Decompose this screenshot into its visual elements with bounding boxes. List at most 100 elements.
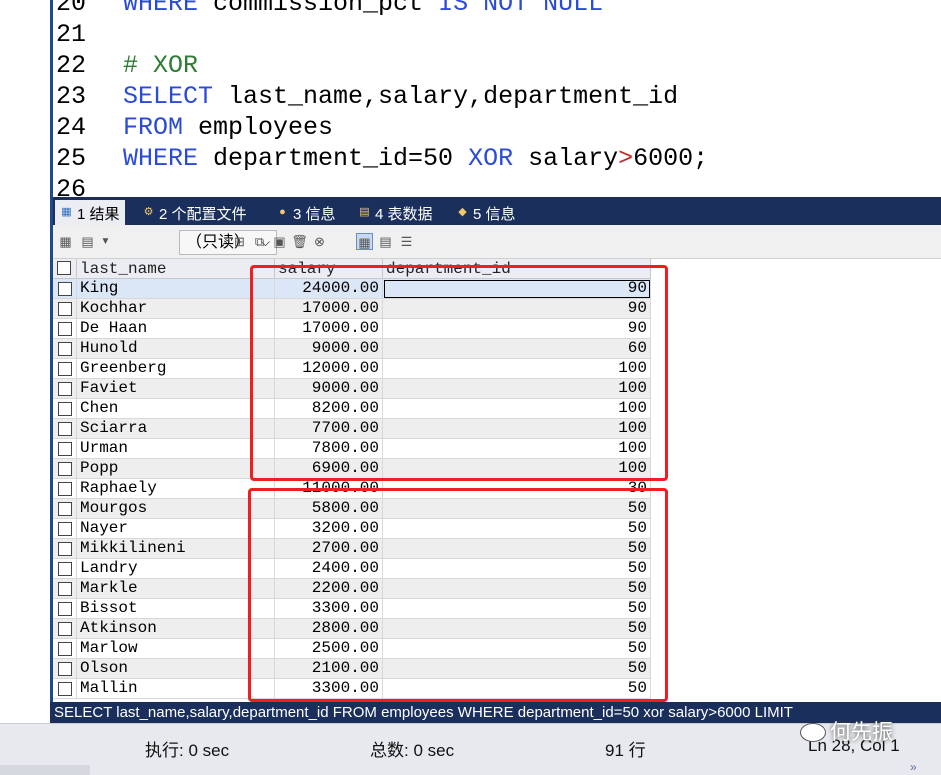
copy-row-icon[interactable]: ⧉ [251, 233, 268, 250]
cell-last-name[interactable]: Hunold [77, 339, 275, 359]
row-selector[interactable] [53, 379, 77, 399]
cancel-icon[interactable]: ⊗ [311, 233, 328, 250]
row-selector[interactable] [53, 419, 77, 439]
row-selector[interactable] [53, 359, 77, 379]
row-checkbox[interactable] [58, 662, 72, 676]
column-header-last-name[interactable]: last_name [77, 259, 275, 279]
row-selector[interactable] [53, 619, 77, 639]
row-checkbox[interactable] [58, 642, 72, 656]
row-checkbox[interactable] [58, 482, 72, 496]
import-icon[interactable]: ▤ [79, 233, 96, 250]
row-selector[interactable] [53, 519, 77, 539]
code-token: > [618, 144, 634, 173]
exec-time: 执行: 0 sec [145, 741, 230, 760]
row-checkbox[interactable] [58, 322, 72, 336]
sql-editor[interactable]: 20 WHERE commission_pct IS NOT NULL 21 22 # … [53, 0, 941, 197]
cell-last-name[interactable]: Atkinson [77, 619, 275, 639]
row-checkbox[interactable] [58, 382, 72, 396]
row-selector[interactable] [53, 679, 77, 699]
result-tabs: ▦ 1 结果 ⚙ 2 个配置文件 ● 3 信息 ▤ 4 表数据 ◆ 5 信息 [53, 197, 941, 225]
cell-last-name[interactable]: Markle [77, 579, 275, 599]
row-checkbox[interactable] [58, 282, 72, 296]
form-view-icon[interactable]: ▤ [377, 233, 394, 250]
row-selector[interactable] [53, 479, 77, 499]
select-all-checkbox[interactable] [57, 261, 71, 275]
cell-last-name[interactable]: De Haan [77, 319, 275, 339]
double-chevron-icon[interactable]: » [910, 760, 917, 774]
code-line[interactable]: WHERE commission_pct IS NOT NULL [123, 0, 603, 19]
code-line[interactable]: SELECT last_name,salary,department_id [123, 81, 678, 112]
row-selector[interactable] [53, 659, 77, 679]
row-checkbox[interactable] [58, 342, 72, 356]
select-all-header[interactable] [53, 259, 77, 279]
row-selector[interactable] [53, 539, 77, 559]
row-selector[interactable] [53, 639, 77, 659]
info-icon: ● [279, 206, 286, 218]
row-selector[interactable] [53, 299, 77, 319]
cell-last-name[interactable]: Landry [77, 559, 275, 579]
delete-icon[interactable]: 🗑 [291, 233, 308, 250]
line-number: 22 [56, 51, 87, 80]
grid-view-icon[interactable]: ▦ [356, 233, 373, 250]
row-selector[interactable] [53, 279, 77, 299]
row-checkbox[interactable] [58, 362, 72, 376]
row-selector[interactable] [53, 599, 77, 619]
cell-last-name[interactable]: Faviet [77, 379, 275, 399]
cell-last-name[interactable]: Bissot [77, 599, 275, 619]
cell-last-name[interactable]: Popp [77, 459, 275, 479]
text-view-icon[interactable]: ☰ [398, 233, 415, 250]
row-checkbox[interactable] [58, 602, 72, 616]
cell-last-name[interactable]: Kochhar [77, 299, 275, 319]
highlight-box-top [250, 265, 668, 481]
cell-last-name[interactable]: Chen [77, 399, 275, 419]
tab-2[interactable]: ⚙ 2 个配置文件 [137, 200, 252, 225]
row-checkbox[interactable] [58, 442, 72, 456]
dropdown-arrow-icon[interactable]: ▼ [97, 233, 114, 250]
code-line[interactable]: WHERE department_id=50 XOR salary>6000; [123, 143, 708, 174]
row-selector[interactable] [53, 319, 77, 339]
row-checkbox[interactable] [58, 582, 72, 596]
cell-last-name[interactable]: King [77, 279, 275, 299]
cell-last-name[interactable]: Urman [77, 439, 275, 459]
row-selector[interactable] [53, 499, 77, 519]
row-selector[interactable] [53, 579, 77, 599]
row-checkbox[interactable] [58, 462, 72, 476]
row-checkbox[interactable] [58, 682, 72, 696]
cell-last-name[interactable]: Olson [77, 659, 275, 679]
cell-last-name[interactable]: Sciarra [77, 419, 275, 439]
cell-last-name[interactable]: Greenberg [77, 359, 275, 379]
save-icon[interactable]: ▣ [271, 233, 288, 250]
export-icon[interactable]: ▦ [57, 233, 74, 250]
row-checkbox[interactable] [58, 522, 72, 536]
row-checkbox[interactable] [58, 622, 72, 636]
code-line[interactable]: # XOR [123, 50, 198, 81]
cell-last-name[interactable]: Nayer [77, 519, 275, 539]
row-checkbox[interactable] [58, 422, 72, 436]
row-selector[interactable] [53, 459, 77, 479]
cell-last-name[interactable]: Mallin [77, 679, 275, 699]
tab-5[interactable]: ◆ 5 信息 [451, 200, 521, 225]
cell-last-name[interactable]: Marlow [77, 639, 275, 659]
row-checkbox[interactable] [58, 562, 72, 576]
row-selector[interactable] [53, 399, 77, 419]
row-checkbox[interactable] [58, 542, 72, 556]
row-selector[interactable] [53, 559, 77, 579]
code-line[interactable]: FROM employees [123, 112, 333, 143]
tab-4[interactable]: ▤ 4 表数据 [353, 200, 438, 225]
cell-last-name[interactable]: Mikkilineni [77, 539, 275, 559]
code-token: WHERE [123, 144, 214, 173]
row-checkbox[interactable] [58, 302, 72, 316]
insert-row-icon[interactable]: ⊞ [231, 233, 248, 250]
cell-last-name[interactable]: Raphaely [77, 479, 275, 499]
tab-3[interactable]: ● 3 信息 [271, 200, 341, 225]
cell-last-name[interactable]: Mourgos [77, 499, 275, 519]
row-checkbox[interactable] [58, 502, 72, 516]
row-selector[interactable] [53, 439, 77, 459]
row-selector[interactable] [53, 339, 77, 359]
tab-1[interactable]: ▦ 1 结果 [55, 200, 125, 225]
line-number: 21 [56, 20, 87, 49]
result-toolbar: ▦ ▤ ▼ （只读） ⌵ ⊞ ⧉ ▣ 🗑 ⊗ ▦ ▤ ☰ [53, 225, 941, 259]
table-data-icon: ▤ [359, 206, 370, 218]
row-checkbox[interactable] [58, 402, 72, 416]
watermark-text: 何先振 [830, 721, 893, 744]
